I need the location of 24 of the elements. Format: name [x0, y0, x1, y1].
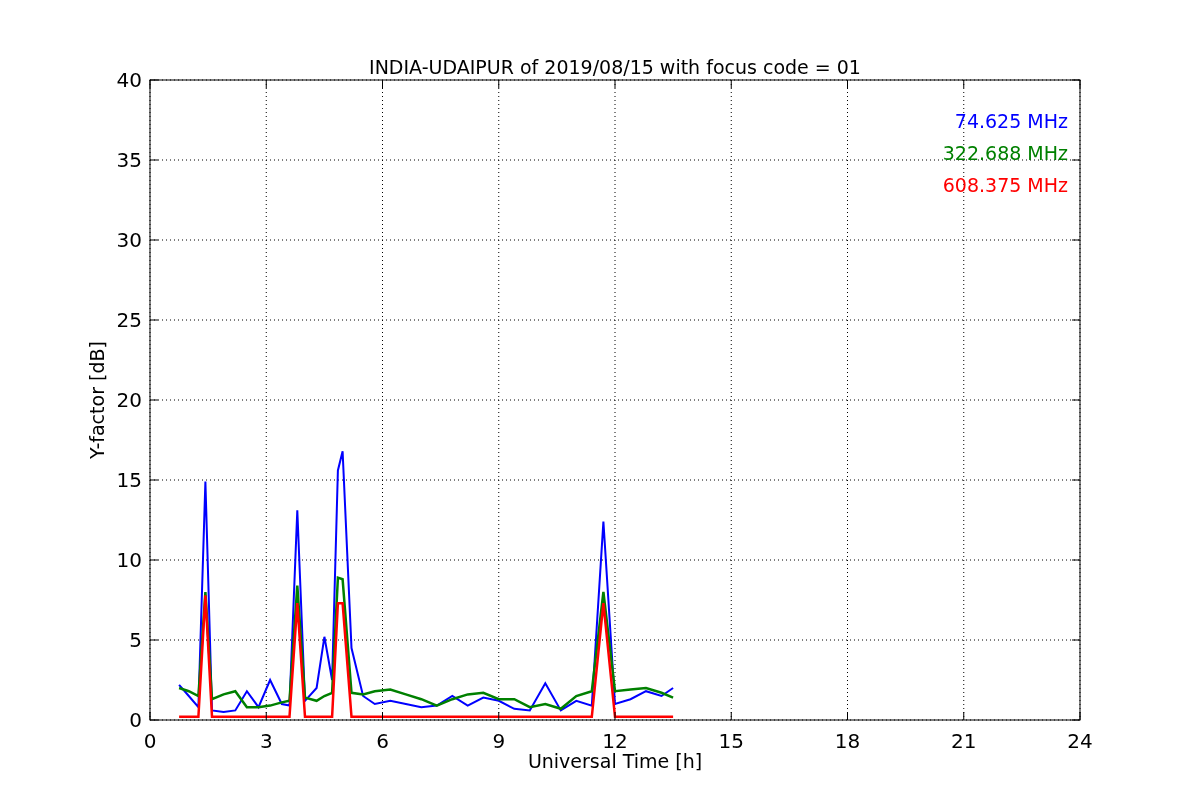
legend-label: 74.625 MHz [954, 110, 1068, 132]
axis-label: Universal Time [h] [527, 750, 703, 772]
legend-label: 608.375 MHz [942, 174, 1068, 196]
tick-label: 24 [1067, 729, 1093, 753]
tick-label: 20 [116, 388, 142, 412]
tick-label: 0 [143, 729, 157, 753]
tick-label: 40 [116, 68, 142, 92]
tick-label: 9 [492, 729, 506, 753]
tick-label: 21 [951, 729, 977, 753]
tick-label: 5 [129, 628, 142, 652]
legend-label: 322.688 MHz [942, 142, 1068, 164]
tick-label: 0 [129, 708, 142, 732]
tick-label: 15 [116, 468, 142, 492]
tick-label: 10 [116, 548, 142, 572]
axis-label: Y-factor [dB] [86, 341, 108, 459]
chart-title: INDIA-UDAIPUR of 2019/08/15 with focus code = 01 [369, 56, 861, 78]
tick-label: 3 [259, 729, 273, 753]
tick-label: 30 [116, 228, 142, 252]
tick-label: 35 [116, 148, 142, 172]
tick-label: 15 [718, 729, 744, 753]
tick-label: 18 [834, 729, 861, 753]
tick-label: 25 [116, 308, 142, 332]
tick-label: 12 [602, 729, 628, 753]
tick-label: 6 [376, 729, 389, 753]
